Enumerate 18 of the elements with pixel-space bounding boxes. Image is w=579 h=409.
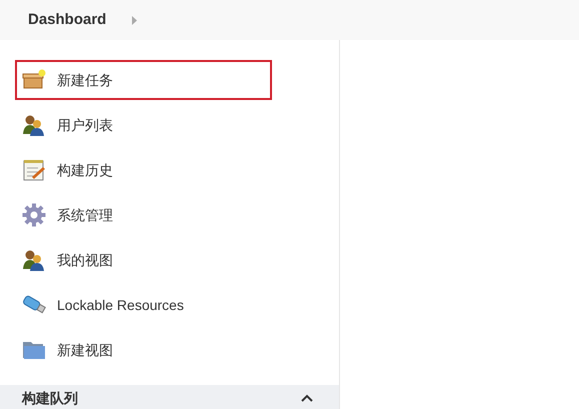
build-queue-header[interactable]: 构建队列 — [0, 385, 339, 409]
sidebar-item[interactable]: 用户列表 — [15, 105, 272, 145]
sidebar-item[interactable]: 系统管理 — [15, 195, 272, 235]
notepad-icon — [22, 159, 46, 181]
gear-icon — [22, 203, 46, 227]
sidebar-item[interactable]: 新建视图 — [15, 330, 272, 370]
dashboard-link[interactable]: Dashboard — [28, 8, 106, 32]
users-icon — [22, 249, 46, 271]
sidebar-item[interactable]: 构建历史 — [15, 150, 272, 190]
usb-drive-icon — [22, 294, 46, 316]
package-icon — [22, 69, 46, 91]
folder-icon — [22, 339, 46, 361]
sidebar-item[interactable]: Lockable Resources — [15, 285, 272, 325]
users-icon — [22, 114, 46, 136]
build-queue-title: 构建队列 — [22, 390, 78, 406]
sidebar-item[interactable]: 我的视图 — [15, 240, 272, 280]
chevron-up-icon[interactable] — [301, 394, 313, 402]
sidebar-item[interactable]: 新建任务 — [15, 60, 272, 100]
